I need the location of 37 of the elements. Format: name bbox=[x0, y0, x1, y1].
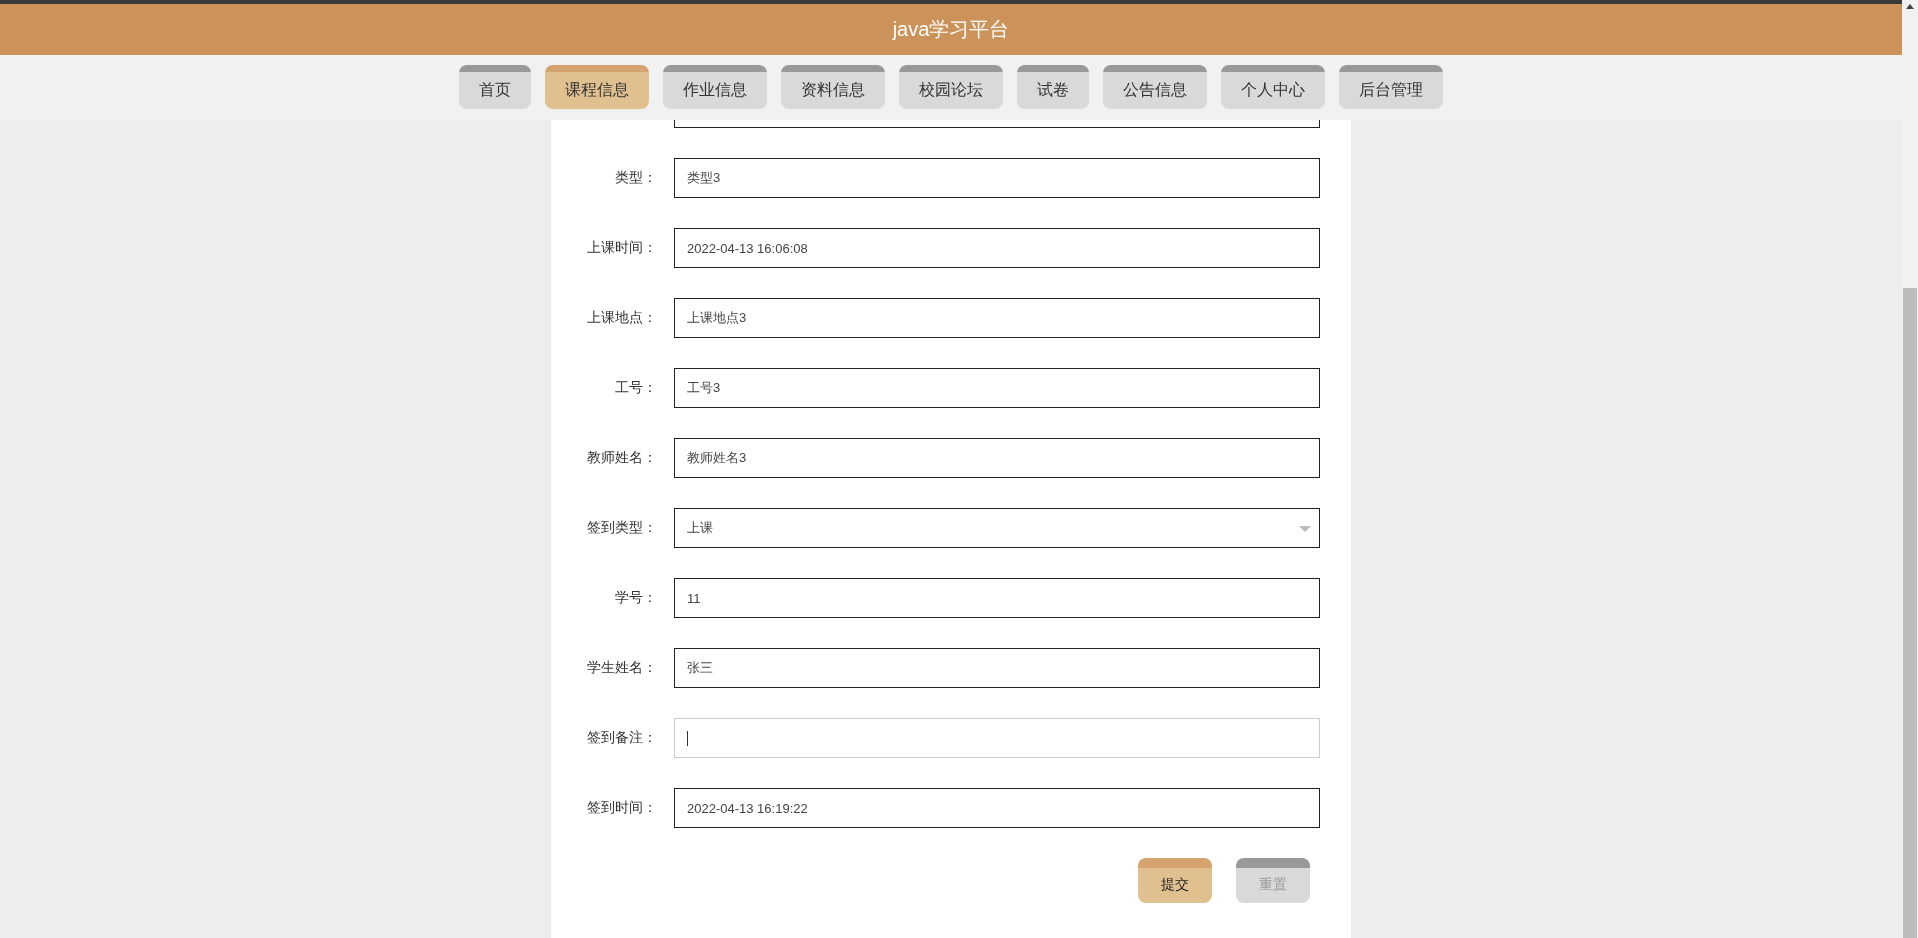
text-cursor bbox=[687, 730, 688, 746]
input-field[interactable]: 张三 bbox=[674, 648, 1320, 688]
input-field[interactable]: 类型3 bbox=[674, 158, 1320, 198]
nav-tab[interactable]: 课程信息 bbox=[545, 65, 649, 109]
input-field[interactable]: 上课地点3 bbox=[674, 298, 1320, 338]
site-title: java学习平台 bbox=[0, 4, 1902, 55]
nav-tab[interactable]: 个人中心 bbox=[1221, 65, 1325, 109]
field-label: 签到类型： bbox=[586, 519, 657, 537]
scrollbar[interactable] bbox=[1902, 0, 1918, 938]
field-label: 类型： bbox=[614, 169, 657, 187]
field-label: 签到时间： bbox=[586, 799, 657, 817]
field-label: 上课时间： bbox=[586, 239, 657, 257]
submit-button[interactable]: 提交 bbox=[1138, 858, 1212, 903]
nav-tab[interactable]: 校园论坛 bbox=[899, 65, 1003, 109]
field-label: 学生姓名： bbox=[586, 659, 657, 677]
field-label: 签到备注： bbox=[586, 729, 657, 747]
input-field[interactable]: 2022-04-13 16:19:22 bbox=[674, 788, 1320, 828]
field-label: 工号： bbox=[614, 379, 657, 397]
field-label: 上课地点： bbox=[586, 309, 657, 327]
input-field[interactable]: 工号3 bbox=[674, 368, 1320, 408]
input-field[interactable]: 教师姓名3 bbox=[674, 438, 1320, 478]
field-label: 学号： bbox=[614, 589, 657, 607]
dropdown-caret-icon bbox=[1299, 526, 1311, 532]
input-field[interactable]: 2022-04-13 16:06:08 bbox=[674, 228, 1320, 268]
nav-tab[interactable]: 公告信息 bbox=[1103, 65, 1207, 109]
nav-tab[interactable]: 作业信息 bbox=[663, 65, 767, 109]
input-field[interactable]: 11 bbox=[674, 578, 1320, 618]
nav-tab[interactable]: 后台管理 bbox=[1339, 65, 1443, 109]
nav-tab[interactable]: 资料信息 bbox=[781, 65, 885, 109]
input-field[interactable] bbox=[674, 120, 1320, 128]
nav-tab[interactable]: 试卷 bbox=[1017, 65, 1089, 109]
select-field[interactable]: 上课 bbox=[674, 508, 1320, 548]
select-value: 上课 bbox=[687, 519, 713, 537]
scrollbar-thumb[interactable] bbox=[1903, 288, 1917, 938]
nav-tab[interactable]: 首页 bbox=[459, 65, 531, 109]
field-label: 教师姓名： bbox=[586, 449, 657, 467]
scroll-up-icon[interactable] bbox=[1906, 4, 1914, 9]
